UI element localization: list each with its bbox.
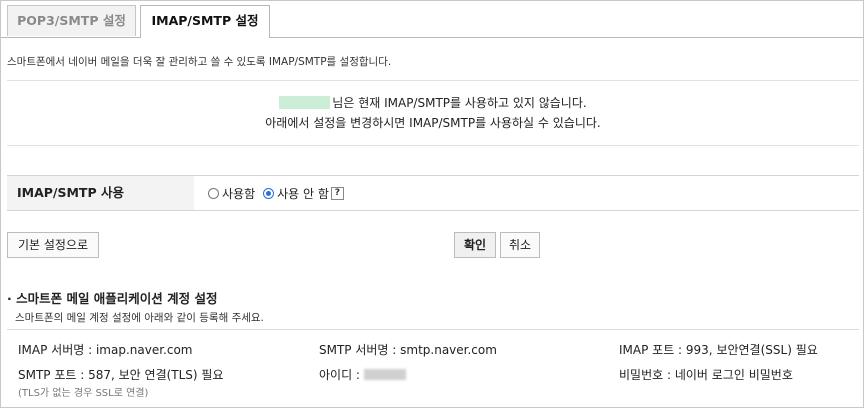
password-info: 비밀번호 : 네이버 로그인 비밀번호 — [619, 368, 793, 382]
confirm-button[interactable]: 확인 — [454, 232, 496, 258]
section-title: · 스마트폰 메일 애플리케이션 계정 설정 — [7, 291, 218, 306]
radio-not-use-label: 사용 안 함 — [277, 187, 329, 201]
masked-username — [279, 96, 331, 109]
tab-imap-smtp[interactable]: IMAP/SMTP 설정 — [140, 5, 270, 38]
reset-default-button[interactable]: 기본 설정으로 — [7, 232, 99, 258]
setting-label: IMAP/SMTP 사용 — [7, 176, 194, 210]
imap-smtp-setting-row: IMAP/SMTP 사용 사용함 사용 안 함 ? — [7, 175, 859, 211]
tab-bar: POP3/SMTP 설정 IMAP/SMTP 설정 — [1, 1, 863, 38]
notice-line-1-text: 님은 현재 IMAP/SMTP를 사용하고 있지 않습니다. — [332, 96, 587, 110]
settings-panel: POP3/SMTP 설정 IMAP/SMTP 설정 스마트폰에서 네이버 메일을… — [0, 0, 864, 408]
radio-use-label: 사용함 — [222, 187, 256, 201]
radio-option-use[interactable]: 사용함 — [208, 185, 255, 202]
account-info-box: IMAP 서버명 : imap.naver.com SMTP 서버명 : smt… — [7, 329, 859, 407]
status-notice: 님은 현재 IMAP/SMTP를 사용하고 있지 않습니다. 아래에서 설정을 … — [7, 80, 859, 146]
smtp-port-note: (TLS가 없는 경우 SSL로 연결) — [18, 388, 149, 399]
radio-not-use[interactable] — [263, 188, 275, 199]
cancel-button[interactable]: 취소 — [500, 232, 540, 258]
radio-use[interactable] — [208, 188, 219, 199]
smtp-port-info: SMTP 포트 : 587, 보안 연결(TLS) 필요 — [18, 368, 224, 382]
page-description: 스마트폰에서 네이버 메일을 더욱 잘 관리하고 쓸 수 있도록 IMAP/SM… — [7, 56, 392, 68]
help-icon[interactable]: ? — [330, 187, 344, 200]
usage-radio-group: 사용함 사용 안 함 ? — [208, 185, 352, 202]
tab-pop3-smtp[interactable]: POP3/SMTP 설정 — [7, 5, 136, 36]
radio-option-not-use[interactable]: 사용 안 함 ? — [263, 185, 344, 202]
section-subtitle: 스마트폰의 메일 계정 설정에 아래와 같이 등록해 주세요. — [15, 312, 264, 324]
smtp-server-info: SMTP 서버명 : smtp.naver.com — [319, 343, 497, 357]
masked-id — [363, 369, 406, 380]
notice-line-2: 아래에서 설정을 변경하시면 IMAP/SMTP를 사용하실 수 있습니다. — [265, 116, 601, 130]
id-info: 아이디 : — [319, 366, 406, 383]
imap-port-info: IMAP 포트 : 993, 보안연결(SSL) 필요 — [619, 343, 818, 357]
id-label: 아이디 : — [319, 368, 360, 382]
notice-line-1: 님은 현재 IMAP/SMTP를 사용하고 있지 않습니다. — [7, 94, 859, 111]
imap-server-info: IMAP 서버명 : imap.naver.com — [18, 343, 193, 357]
